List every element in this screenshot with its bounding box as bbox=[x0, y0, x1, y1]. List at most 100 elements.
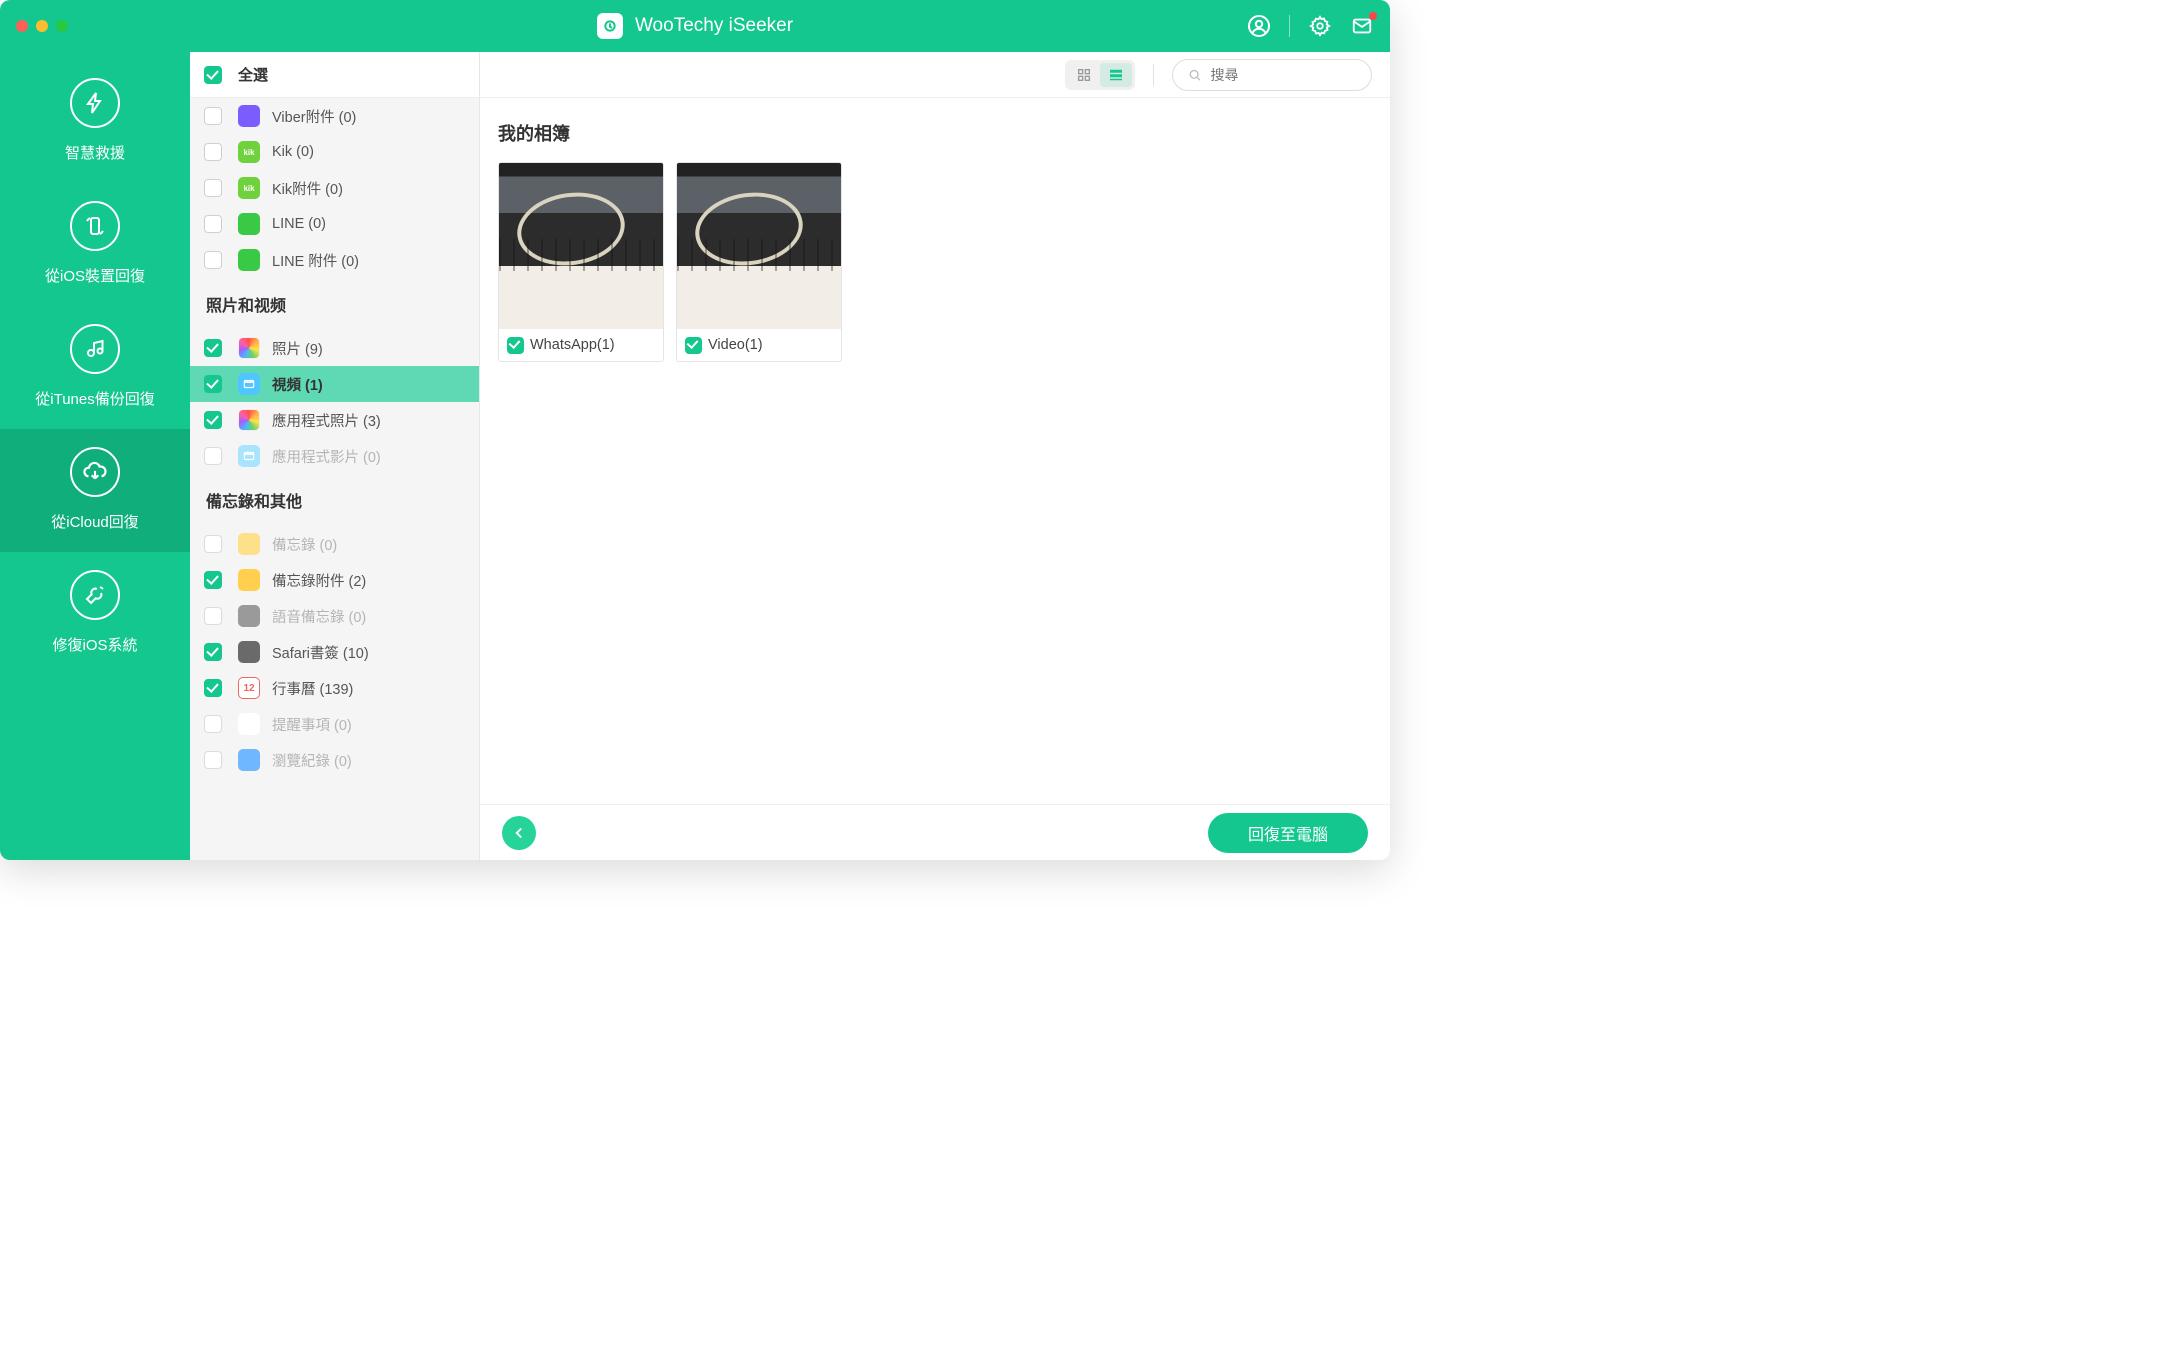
category-icon bbox=[238, 569, 260, 591]
category-label: LINE 附件 (0) bbox=[272, 250, 359, 271]
category-row[interactable]: Viber附件 (0) bbox=[190, 98, 479, 134]
category-label: 瀏覽紀錄 (0) bbox=[272, 750, 352, 771]
category-row[interactable]: LINE 附件 (0) bbox=[190, 242, 479, 278]
album-thumbnail bbox=[677, 163, 841, 329]
search-box[interactable] bbox=[1172, 59, 1372, 91]
category-row[interactable]: LINE (0) bbox=[190, 206, 479, 242]
category-checkbox[interactable] bbox=[204, 411, 222, 429]
category-checkbox bbox=[204, 447, 222, 465]
category-checkbox[interactable] bbox=[204, 375, 222, 393]
category-label: 應用程式照片 (3) bbox=[272, 410, 381, 431]
title-bar: WooTechy iSeeker bbox=[0, 0, 1390, 52]
album-caption: Video(1) bbox=[677, 329, 841, 361]
category-checkbox[interactable] bbox=[204, 143, 222, 161]
search-icon bbox=[1187, 66, 1203, 84]
category-row: 備忘錄 (0) bbox=[190, 526, 479, 562]
album-checkbox[interactable] bbox=[685, 337, 702, 354]
category-label: 視頻 (1) bbox=[272, 374, 323, 395]
category-label: Viber附件 (0) bbox=[272, 106, 356, 127]
category-label: Safari書簽 (10) bbox=[272, 642, 369, 663]
category-icon bbox=[238, 749, 260, 771]
music-refresh-icon bbox=[70, 324, 120, 374]
album-card[interactable]: Video(1) bbox=[676, 162, 842, 362]
footer-bar: 回復至電腦 bbox=[480, 804, 1390, 860]
category-row[interactable]: kikKik附件 (0) bbox=[190, 170, 479, 206]
category-checkbox bbox=[204, 715, 222, 733]
category-list[interactable]: Viber附件 (0) kikKik (0)kikKik附件 (0) LINE (0… bbox=[190, 98, 479, 860]
nav-recover-itunes[interactable]: 從iTunes備份回復 bbox=[0, 306, 190, 429]
maximize-window-button[interactable] bbox=[56, 20, 68, 32]
category-row[interactable]: kikKik (0) bbox=[190, 134, 479, 170]
category-label: 語音備忘錄 (0) bbox=[272, 606, 366, 627]
select-all-row[interactable]: 全選 bbox=[190, 52, 479, 98]
category-row: 語音備忘錄 (0) bbox=[190, 598, 479, 634]
recover-button[interactable]: 回復至電腦 bbox=[1208, 813, 1368, 853]
category-row[interactable]: 12 行事曆 (139) bbox=[190, 670, 479, 706]
content-toolbar bbox=[480, 52, 1390, 98]
section-title: 我的相簿 bbox=[480, 98, 1390, 156]
category-icon bbox=[238, 713, 260, 735]
nav-label: 修復iOS系統 bbox=[4, 634, 186, 655]
search-input[interactable] bbox=[1211, 67, 1357, 83]
category-checkbox[interactable] bbox=[204, 179, 222, 197]
category-row[interactable]: 視頻 (1) bbox=[190, 366, 479, 402]
bolt-icon bbox=[70, 78, 120, 128]
album-label: Video(1) bbox=[708, 337, 763, 353]
category-label: 應用程式影片 (0) bbox=[272, 446, 381, 467]
category-checkbox[interactable] bbox=[204, 679, 222, 697]
category-label: 行事曆 (139) bbox=[272, 678, 353, 699]
left-nav: 智慧救援 從iOS裝置回復 從iTunes備份回復 從iCloud回復 bbox=[0, 52, 190, 860]
settings-icon[interactable] bbox=[1308, 14, 1332, 38]
album-card[interactable]: WhatsApp(1) bbox=[498, 162, 664, 362]
category-icon bbox=[238, 373, 260, 395]
nav-label: 智慧救援 bbox=[4, 142, 186, 163]
category-label: Kik附件 (0) bbox=[272, 178, 343, 199]
category-label: 備忘錄 (0) bbox=[272, 534, 337, 555]
select-all-checkbox[interactable] bbox=[204, 66, 222, 84]
album-checkbox[interactable] bbox=[507, 337, 524, 354]
album-caption: WhatsApp(1) bbox=[499, 329, 663, 361]
view-toggle bbox=[1065, 60, 1135, 90]
category-panel: 全選 Viber附件 (0) kikKik (0)kikKik附件 (0) LINE… bbox=[190, 52, 480, 860]
category-icon: 12 bbox=[238, 677, 260, 699]
category-checkbox[interactable] bbox=[204, 215, 222, 233]
account-icon[interactable] bbox=[1247, 14, 1271, 38]
minimize-window-button[interactable] bbox=[36, 20, 48, 32]
category-row[interactable]: 照片 (9) bbox=[190, 330, 479, 366]
category-label: LINE (0) bbox=[272, 216, 326, 232]
category-row[interactable]: 應用程式照片 (3) bbox=[190, 402, 479, 438]
back-button[interactable] bbox=[502, 816, 536, 850]
notifications-mail-icon[interactable] bbox=[1350, 14, 1374, 38]
category-checkbox bbox=[204, 751, 222, 769]
nav-repair-ios[interactable]: 修復iOS系統 bbox=[0, 552, 190, 675]
list-view-button[interactable] bbox=[1100, 63, 1132, 87]
title-actions bbox=[1247, 14, 1374, 38]
category-row: 提醒事項 (0) bbox=[190, 706, 479, 742]
album-label: WhatsApp(1) bbox=[530, 337, 615, 353]
category-row[interactable]: Safari書簽 (10) bbox=[190, 634, 479, 670]
category-checkbox[interactable] bbox=[204, 251, 222, 269]
category-icon bbox=[238, 105, 260, 127]
nav-smart-recovery[interactable]: 智慧救援 bbox=[0, 60, 190, 183]
category-icon bbox=[238, 249, 260, 271]
nav-recover-ios-device[interactable]: 從iOS裝置回復 bbox=[0, 183, 190, 306]
category-label: Kik (0) bbox=[272, 144, 314, 160]
nav-label: 從iOS裝置回復 bbox=[4, 265, 186, 286]
cloud-download-icon bbox=[70, 447, 120, 497]
category-checkbox[interactable] bbox=[204, 643, 222, 661]
category-checkbox bbox=[204, 607, 222, 625]
category-checkbox[interactable] bbox=[204, 107, 222, 125]
app-title: WooTechy iSeeker bbox=[0, 13, 1390, 39]
close-window-button[interactable] bbox=[16, 20, 28, 32]
category-checkbox[interactable] bbox=[204, 339, 222, 357]
category-label: 提醒事項 (0) bbox=[272, 714, 352, 735]
grid-view-button[interactable] bbox=[1068, 63, 1100, 87]
nav-recover-icloud[interactable]: 從iCloud回復 bbox=[0, 429, 190, 552]
category-icon bbox=[238, 409, 260, 431]
app-logo-icon bbox=[597, 13, 623, 39]
nav-label: 從iTunes備份回復 bbox=[4, 388, 186, 409]
category-icon bbox=[238, 445, 260, 467]
category-checkbox[interactable] bbox=[204, 571, 222, 589]
category-row[interactable]: 備忘錄附件 (2) bbox=[190, 562, 479, 598]
content-area: 我的相簿 WhatsApp(1) Video(1) 回復至電腦 bbox=[480, 52, 1390, 860]
